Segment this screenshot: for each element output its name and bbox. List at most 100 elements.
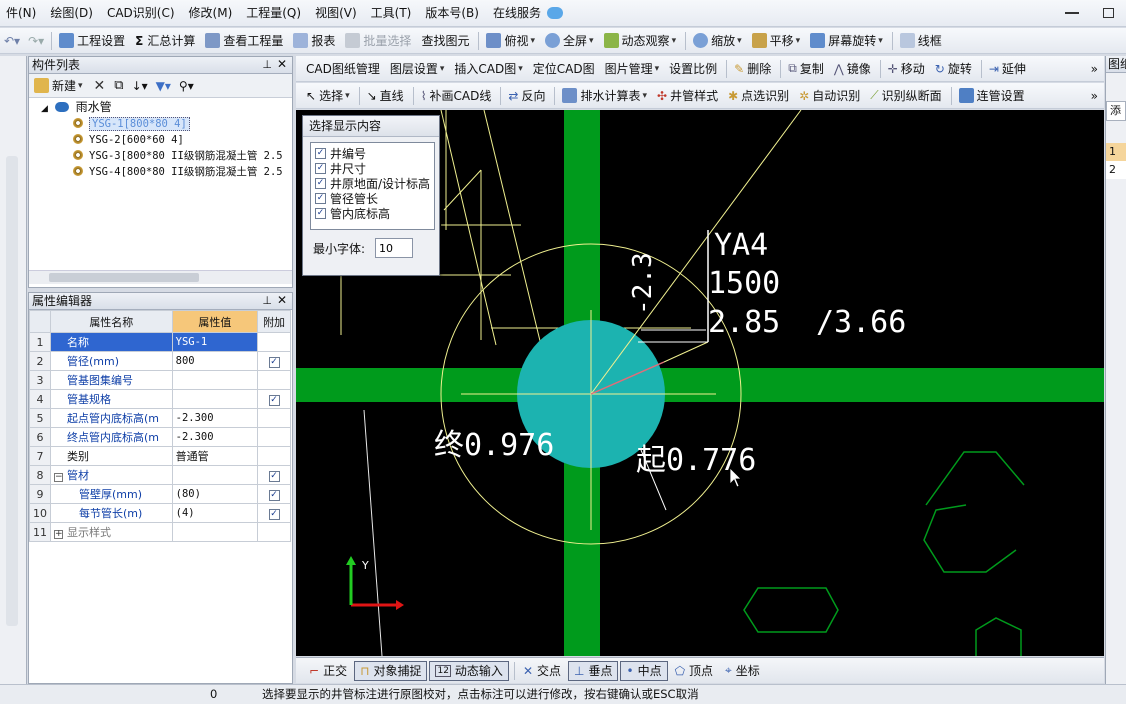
prop-name-group[interactable]: − 管材 bbox=[50, 465, 173, 485]
menu-quantity[interactable]: 工程量(Q) bbox=[240, 0, 309, 26]
pin-icon[interactable]: ⊥ bbox=[262, 293, 272, 309]
drawing-panel-cell[interactable]: 添 bbox=[1106, 101, 1126, 121]
find-element-button[interactable]: 查找图元 bbox=[417, 29, 475, 53]
dynamic-input-toggle[interactable]: 12 动态输入 bbox=[429, 660, 509, 681]
point-identify-button[interactable]: ✱ 点选识别 bbox=[724, 84, 795, 108]
copy-icon[interactable]: ⧉ bbox=[110, 78, 127, 93]
tree-horizontal-scrollbar[interactable] bbox=[29, 270, 292, 284]
fullscreen-button[interactable]: 全屏 bbox=[541, 29, 600, 53]
screen-rotate-button[interactable]: 屏幕旋转 bbox=[806, 29, 889, 53]
summary-calc-button[interactable]: Σ 汇总计算 bbox=[131, 29, 201, 53]
extra-checkbox[interactable]: ✓ bbox=[268, 490, 280, 501]
chat-bubble-icon[interactable] bbox=[546, 7, 563, 19]
close-icon[interactable]: ✕ bbox=[277, 56, 287, 72]
drawing-panel-cell[interactable]: 1 bbox=[1106, 143, 1126, 161]
tree-item-ysg-3[interactable]: YSG-3[800*80 II级钢筋混凝土管 2.5 bbox=[73, 149, 283, 164]
extra-checkbox[interactable]: ✓ bbox=[268, 395, 280, 406]
ground-elev-label[interactable]: 2.85 bbox=[708, 305, 780, 340]
extend-button[interactable]: ⇥ 延伸 bbox=[985, 57, 1032, 81]
option-checkbox[interactable]: ✓ bbox=[315, 148, 326, 159]
end-elev-label[interactable]: 终0.976 bbox=[434, 428, 554, 463]
locate-cad-button[interactable]: 定位CAD图 bbox=[529, 57, 601, 81]
table-row[interactable]: 2 管径(mm) 800 ✓ bbox=[29, 351, 291, 371]
tree-item-ysg-2[interactable]: YSG-2[600*60 4] bbox=[73, 133, 184, 148]
wireframe-button[interactable]: 线框 bbox=[896, 29, 948, 53]
table-row[interactable]: 6 终点管内底标高(m -2.300 bbox=[29, 427, 291, 447]
tree-item-ysg-1[interactable]: YSG-1[800*80 4] bbox=[73, 117, 190, 132]
prop-value[interactable]: 普通管 bbox=[171, 446, 259, 466]
select-button[interactable]: ↖ 选择 bbox=[296, 84, 356, 108]
restore-button[interactable] bbox=[1103, 8, 1114, 18]
well-size-label[interactable]: 1500 bbox=[708, 266, 780, 301]
expand-plus-icon[interactable]: + bbox=[54, 530, 63, 539]
prop-value[interactable]: -2.300 bbox=[171, 427, 259, 447]
pipe-horizontal[interactable] bbox=[296, 368, 1104, 402]
table-row[interactable]: 10 每节管长(m) (4) ✓ bbox=[29, 503, 291, 523]
menu-cad-identify[interactable]: CAD识别(C) bbox=[101, 0, 183, 26]
min-font-input[interactable] bbox=[375, 238, 414, 258]
design-elev-label[interactable]: /3.66 bbox=[816, 305, 906, 340]
redo-icon[interactable]: ↷▾ bbox=[24, 34, 48, 48]
identify-profile-button[interactable]: ⟋ 识别纵断面 bbox=[866, 84, 947, 108]
perpendicular-snap[interactable]: ⊥ 垂点 bbox=[568, 660, 619, 681]
object-snap-toggle[interactable]: ⊓ 对象捕捉 bbox=[354, 660, 428, 681]
vertex-snap[interactable]: ⬠ 顶点 bbox=[670, 661, 718, 681]
pipe-settings-button[interactable]: 连管设置 bbox=[955, 84, 1031, 108]
prop-value[interactable] bbox=[171, 389, 259, 409]
option-checkbox[interactable]: ✓ bbox=[315, 208, 326, 219]
auto-identify-button[interactable]: ✲ 自动识别 bbox=[795, 84, 866, 108]
prop-value[interactable] bbox=[171, 370, 259, 390]
collapse-minus-icon[interactable]: − bbox=[54, 473, 63, 482]
menu-modify[interactable]: 修改(M) bbox=[183, 0, 241, 26]
coordinate-snap[interactable]: ⌖ 坐标 bbox=[720, 661, 765, 681]
extra-checkbox[interactable]: ✓ bbox=[268, 357, 280, 368]
option-pipe-diameter-length[interactable]: ✓ 管径管长 bbox=[315, 191, 434, 206]
cad-drawing-mgmt-button[interactable]: CAD图纸管理 bbox=[296, 57, 386, 81]
prop-value[interactable]: YSG-1 bbox=[171, 332, 259, 352]
toolbar-overflow-icon[interactable]: » bbox=[1091, 62, 1104, 76]
image-mgmt-button[interactable]: 图片管理 bbox=[601, 57, 666, 81]
pin-icon[interactable]: ⊥ bbox=[262, 57, 272, 73]
sort-icon[interactable]: ↓▾ bbox=[128, 79, 152, 93]
midpoint-snap[interactable]: • 中点 bbox=[620, 660, 668, 681]
set-scale-button[interactable]: 设置比例 bbox=[665, 57, 723, 81]
minimize-button[interactable] bbox=[1065, 12, 1079, 14]
table-row[interactable]: 11 + 显示样式 bbox=[29, 522, 291, 542]
scrollbar-thumb[interactable] bbox=[49, 273, 199, 282]
table-row[interactable]: 7 类别 普通管 bbox=[29, 446, 291, 466]
table-row[interactable]: 9 管壁厚(mm) (80) ✓ bbox=[29, 484, 291, 504]
prop-value[interactable]: (80) bbox=[171, 484, 259, 504]
close-icon[interactable]: ✕ bbox=[277, 292, 287, 308]
table-row[interactable]: 1 名称 YSG-1 bbox=[29, 332, 291, 352]
left-strip-scrollbar[interactable] bbox=[6, 156, 18, 626]
option-checkbox[interactable]: ✓ bbox=[315, 178, 326, 189]
menu-draw[interactable]: 绘图(D) bbox=[44, 0, 101, 26]
tree-root[interactable]: ◢ 雨水管 bbox=[41, 100, 112, 115]
insert-cad-button[interactable]: 插入CAD图 bbox=[450, 57, 528, 81]
pan-button[interactable]: 平移 bbox=[748, 29, 807, 53]
undo-icon[interactable]: ↶▾ bbox=[0, 34, 24, 48]
option-well-id[interactable]: ✓ 井编号 bbox=[315, 146, 434, 161]
table-row[interactable]: 8 − 管材 ✓ bbox=[29, 465, 291, 485]
find-icon[interactable]: ⚲▾ bbox=[175, 79, 198, 93]
extra-checkbox[interactable]: ✓ bbox=[268, 509, 280, 520]
table-row[interactable]: 4 管基规格 ✓ bbox=[29, 389, 291, 409]
redraw-cad-line-button[interactable]: ⌇ 补画CAD线 bbox=[417, 84, 498, 108]
table-row[interactable]: 3 管基图集编号 bbox=[29, 370, 291, 390]
start-elev-label[interactable]: 起0.776 bbox=[636, 443, 756, 478]
option-well-elevation[interactable]: ✓ 井原地面/设计标高 bbox=[315, 176, 434, 191]
dynamic-view-button[interactable]: 动态观察 bbox=[600, 29, 683, 53]
option-well-size[interactable]: ✓ 井尺寸 bbox=[315, 161, 434, 176]
collapse-triangle-icon[interactable]: ◢ bbox=[41, 104, 48, 114]
menu-file[interactable]: 件(N) bbox=[0, 0, 44, 26]
menu-version[interactable]: 版本号(B) bbox=[419, 0, 487, 26]
prop-value[interactable]: 800 bbox=[171, 351, 259, 371]
intersection-snap[interactable]: ✕ 交点 bbox=[518, 661, 566, 681]
report-button[interactable]: 报表 bbox=[289, 29, 341, 53]
project-settings-button[interactable]: 工程设置 bbox=[55, 29, 131, 53]
filter-icon[interactable]: ▼▾ bbox=[152, 79, 175, 93]
zoom-button[interactable]: 缩放 bbox=[689, 29, 748, 53]
drainage-calc-button[interactable]: 排水计算表 bbox=[558, 84, 653, 108]
line-button[interactable]: ↘ 直线 bbox=[363, 84, 410, 108]
extra-checkbox[interactable]: ✓ bbox=[268, 471, 280, 482]
